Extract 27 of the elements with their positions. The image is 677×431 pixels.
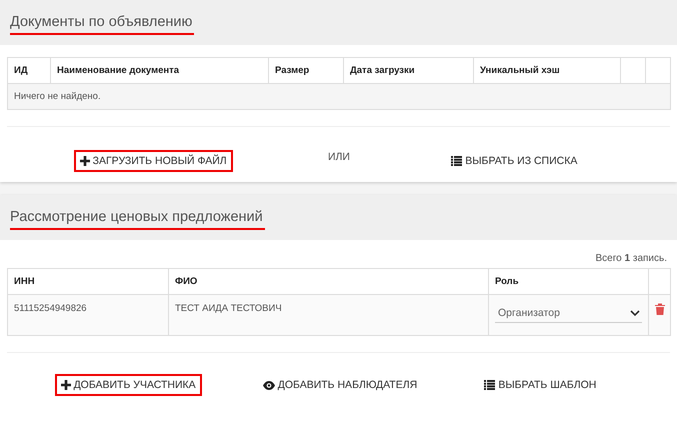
column-header: Дата загрузки <box>350 65 415 76</box>
table-cell: 51115254949826 <box>14 303 87 314</box>
chevron-icon <box>630 310 640 316</box>
column-header: Наименование документа <box>57 65 180 76</box>
column-header: ФИО <box>175 276 198 287</box>
record-count: Всего 1 запись. <box>596 253 667 264</box>
action-link[interactable]: ДОБАВИТЬ УЧАСТНИКА <box>54 374 202 396</box>
empty-message: Ничего не найдено. <box>14 91 101 102</box>
section-title: Документы по объявлению <box>10 14 194 35</box>
action-link[interactable]: ЗАГРУЗИТЬ НОВЫЙ ФАЙЛ <box>74 150 233 172</box>
list-icon <box>451 156 462 166</box>
action-link[interactable]: ВЫБРАТЬ ИЗ СПИСКА <box>445 150 584 172</box>
action-link[interactable]: ВЫБРАТЬ ШАБЛОН <box>478 374 602 396</box>
column-header: Роль <box>495 276 519 287</box>
plus-icon <box>60 380 71 390</box>
plus-icon <box>80 156 90 166</box>
list-icon <box>484 380 496 390</box>
column-header: Уникальный хэш <box>480 65 560 76</box>
column-header: ИНН <box>14 276 35 287</box>
section-title: Рассмотрение ценовых предложений <box>10 209 265 230</box>
table-cell: ТЕСТ АИДА ТЕСТОВИЧ <box>175 303 282 314</box>
eye-icon <box>262 380 275 390</box>
column-header: Размер <box>275 65 310 76</box>
action-link[interactable]: ДОБАВИТЬ НАБЛЮДАТЕЛЯ <box>256 374 424 396</box>
column-header: ИД <box>14 65 28 76</box>
or-label: ИЛИ <box>326 150 351 165</box>
trash-icon[interactable] <box>655 303 665 315</box>
